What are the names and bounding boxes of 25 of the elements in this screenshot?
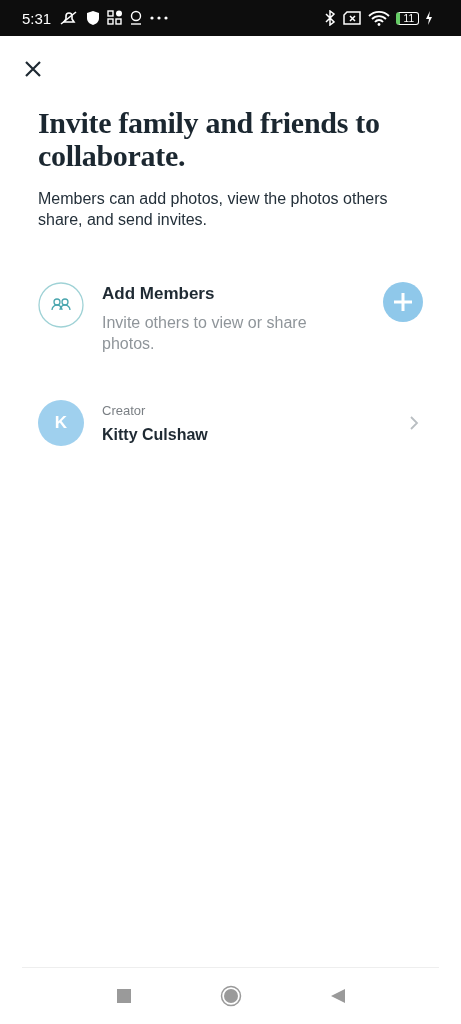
bluetooth-icon: [323, 10, 336, 26]
people-icon: [38, 282, 84, 328]
shield-icon: [85, 10, 102, 26]
battery-indicator: 11: [395, 11, 419, 25]
add-button[interactable]: [383, 282, 423, 322]
page-title: Invite family and friends to collaborate.: [38, 106, 381, 172]
home-button[interactable]: [219, 985, 242, 1007]
more-icon: [149, 15, 170, 21]
apps-icon: [107, 10, 124, 26]
chevron-right-icon: [409, 415, 419, 431]
member-name: Kitty Culshaw: [102, 425, 209, 444]
member-row[interactable]: K Creator Kitty Culshaw: [38, 400, 423, 446]
add-members-title: Add Members: [102, 284, 216, 304]
member-role: Creator: [102, 402, 147, 418]
charging-icon: [425, 10, 433, 26]
avatar: K: [38, 400, 84, 446]
sim-icon: [341, 10, 362, 26]
description-text: Members can add photos, view the photos others share, and send invites.: [38, 189, 389, 230]
plus-icon: [393, 292, 413, 312]
wifi-icon: [367, 10, 390, 26]
status-time: 5:31: [22, 9, 52, 27]
close-icon: [24, 60, 42, 78]
back-button[interactable]: [329, 988, 346, 1004]
recents-button[interactable]: [115, 988, 132, 1004]
add-members-subtitle: Invite others to view or share photos.: [102, 313, 308, 354]
